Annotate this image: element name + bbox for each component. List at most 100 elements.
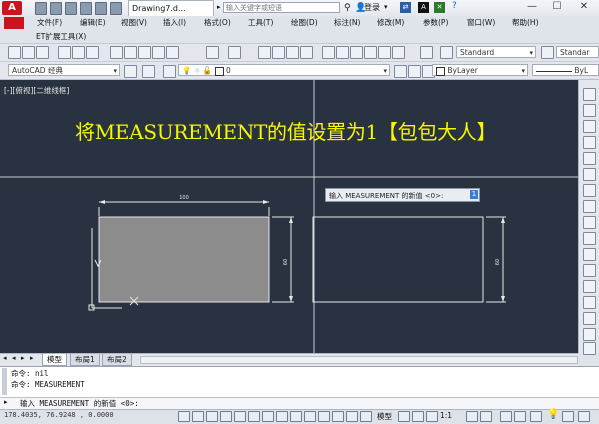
snap-mode-icon[interactable]	[192, 411, 204, 422]
left-rectangle[interactable]	[98, 216, 270, 303]
binoculars-icon[interactable]: ⚲	[344, 3, 351, 13]
quick-view-layouts-icon[interactable]	[398, 411, 410, 422]
block-editor-icon[interactable]	[166, 46, 179, 59]
workspace-save-icon[interactable]	[142, 65, 155, 78]
otrack-icon[interactable]	[276, 411, 288, 422]
insert-block-icon[interactable]	[583, 248, 596, 261]
viewport-controls-label[interactable]: [-][俯视][二维线框]	[4, 85, 69, 96]
construction-line-icon[interactable]	[583, 104, 596, 117]
object-snap-icon[interactable]	[248, 411, 260, 422]
help-icon[interactable]: ?	[452, 1, 457, 11]
line-icon[interactable]	[583, 88, 596, 101]
tab-next-icon[interactable]: ▸	[21, 354, 25, 362]
calculator-icon[interactable]	[392, 46, 405, 59]
menu-help[interactable]: 帮助(H)	[512, 17, 539, 29]
rectangle-icon[interactable]	[583, 152, 596, 165]
dynamic-input-icon[interactable]	[304, 411, 316, 422]
annotation-scale-icon[interactable]	[426, 411, 438, 422]
lightbulb-icon[interactable]: 💡	[547, 409, 559, 420]
auto-scale-icon[interactable]	[480, 411, 492, 422]
markup-icon[interactable]	[378, 46, 391, 59]
tab-model[interactable]: 模型	[42, 354, 67, 366]
3d-osnap-icon[interactable]	[262, 411, 274, 422]
maximize-button[interactable]: ☐	[545, 0, 569, 14]
linetype-select[interactable]: ByL	[532, 64, 599, 76]
clean-screen-icon[interactable]	[578, 411, 590, 422]
polyline-icon[interactable]	[583, 120, 596, 133]
zoom-previous-icon[interactable]	[300, 46, 313, 59]
menu-parameters[interactable]: 参数(P)	[423, 17, 448, 29]
close-button[interactable]: ✕	[572, 0, 596, 14]
command-grip[interactable]	[2, 368, 7, 395]
coordinate-display[interactable]: 178.4035, 76.9248 , 0.0000	[4, 411, 114, 419]
print-icon[interactable]	[95, 2, 107, 15]
menu-file[interactable]: 文件(F)	[37, 17, 62, 29]
chevron-down-icon[interactable]: ▾	[384, 3, 388, 11]
make-current-icon[interactable]	[394, 65, 407, 78]
gradient-icon[interactable]	[583, 296, 596, 309]
lineweight-icon[interactable]	[318, 411, 330, 422]
tab-layout2[interactable]: 布局2	[102, 354, 132, 366]
new-file-icon[interactable]	[35, 2, 47, 15]
tool-palettes-icon[interactable]	[350, 46, 363, 59]
pan-icon[interactable]	[258, 46, 271, 59]
open-file-icon[interactable]	[50, 2, 62, 15]
mtext-icon[interactable]	[583, 342, 596, 355]
annotation-scale-label[interactable]: 1:1	[440, 411, 452, 420]
horizontal-scrollbar[interactable]	[140, 356, 578, 364]
workspace-switch-icon[interactable]	[500, 411, 512, 422]
match-properties-icon[interactable]	[152, 46, 165, 59]
stay-connected-icon[interactable]: ✕	[434, 2, 445, 13]
ducs-icon[interactable]	[290, 411, 302, 422]
grid-display-icon[interactable]	[206, 411, 218, 422]
menu-tools[interactable]: 工具(T)	[248, 17, 273, 29]
copy-icon[interactable]	[124, 46, 137, 59]
workspace-select[interactable]: AutoCAD 经典 ▾	[8, 64, 120, 76]
layer-properties-icon[interactable]	[163, 65, 176, 78]
text-style-icon[interactable]	[440, 46, 453, 59]
menu-ext-tools[interactable]: ET扩展工具(X)	[36, 31, 86, 43]
menu-draw[interactable]: 绘图(D)	[291, 17, 318, 29]
autocad-logo-icon[interactable]: A	[2, 1, 22, 15]
layer-previous-icon[interactable]	[408, 65, 421, 78]
save-icon[interactable]	[65, 2, 77, 15]
menu-insert[interactable]: 插入(I)	[163, 17, 186, 29]
open-icon[interactable]	[22, 46, 35, 59]
infer-constraints-icon[interactable]	[178, 411, 190, 422]
undo-icon[interactable]	[110, 2, 122, 15]
design-center-icon[interactable]	[336, 46, 349, 59]
exchange-icon[interactable]: ⇄	[400, 2, 411, 13]
model-space-label[interactable]: 模型	[377, 411, 392, 422]
chevron-right-icon[interactable]: ▸	[217, 3, 221, 11]
menu-modify[interactable]: 修改(M)	[377, 17, 404, 29]
dim-style-icon[interactable]	[541, 46, 554, 59]
spline-icon[interactable]	[583, 216, 596, 229]
menu-edit[interactable]: 编辑(E)	[80, 17, 106, 29]
properties-icon[interactable]	[322, 46, 335, 59]
quick-view-drawings-icon[interactable]	[412, 411, 424, 422]
preview-icon[interactable]	[72, 46, 85, 59]
plot-icon[interactable]	[58, 46, 71, 59]
hatch-icon[interactable]	[583, 280, 596, 293]
selection-cycling-icon[interactable]	[360, 411, 372, 422]
point-icon[interactable]	[583, 264, 596, 277]
new-icon[interactable]	[8, 46, 21, 59]
hardware-acceleration-icon[interactable]	[530, 411, 542, 422]
layer-select[interactable]: 💡 ☼ 🔓 0 ▾	[178, 64, 390, 76]
revcloud-icon[interactable]	[583, 200, 596, 213]
tab-first-icon[interactable]: ◂	[3, 354, 7, 362]
quick-properties-icon[interactable]	[346, 411, 358, 422]
tab-layout1[interactable]: 布局1	[70, 354, 100, 366]
redo-arrow-icon[interactable]	[228, 46, 241, 59]
workspace-settings-icon[interactable]	[124, 65, 137, 78]
right-rectangle[interactable]	[312, 216, 484, 303]
polar-tracking-icon[interactable]	[234, 411, 246, 422]
tab-last-icon[interactable]: ▸	[30, 354, 34, 362]
tab-prev-icon[interactable]: ◂	[12, 354, 16, 362]
publish-icon[interactable]	[86, 46, 99, 59]
color-select[interactable]: ByLayer ▾	[432, 64, 528, 76]
table-icon[interactable]	[583, 328, 596, 341]
isolate-objects-icon[interactable]	[562, 411, 574, 422]
dynamic-input-field[interactable]: 1	[470, 190, 478, 199]
help-tb-icon[interactable]	[420, 46, 433, 59]
